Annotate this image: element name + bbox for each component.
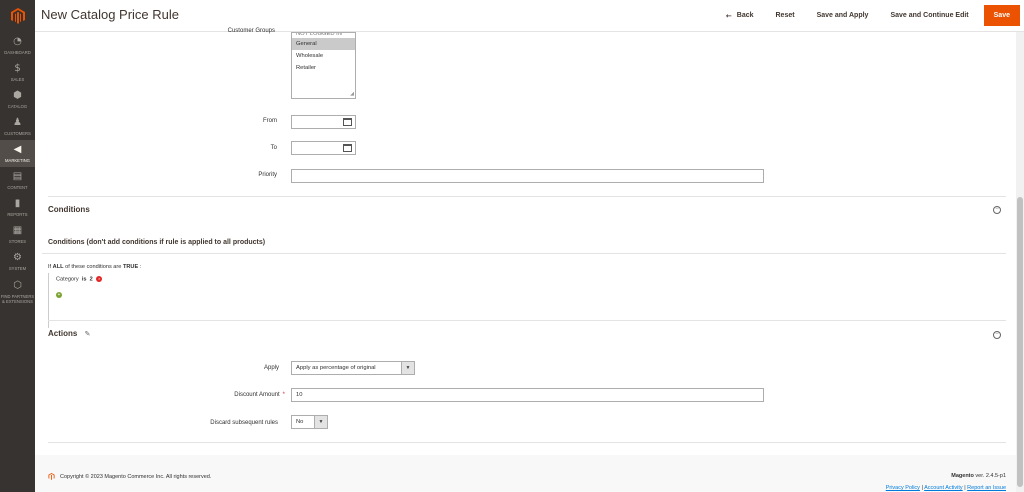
page-actions: ← Back Reset Save and Apply Save and Con… bbox=[715, 5, 1020, 26]
calendar-icon[interactable] bbox=[343, 118, 352, 126]
remove-icon[interactable]: × bbox=[96, 276, 103, 282]
dashboard-icon: ◔ bbox=[13, 35, 22, 47]
gear-icon: ⚙ bbox=[13, 251, 22, 263]
nav-sales[interactable]: $ Sales bbox=[0, 59, 35, 86]
required-asterisk: * bbox=[282, 392, 285, 398]
discount-amount-label: Discount Amount * bbox=[234, 392, 285, 398]
discard-rules-select[interactable]: No ▼ bbox=[291, 415, 328, 429]
nav-stores[interactable]: ▦ Stores bbox=[0, 221, 35, 248]
priority-input[interactable] bbox=[291, 169, 764, 183]
actions-section-title[interactable]: Actions ✎ bbox=[48, 329, 90, 338]
calendar-icon[interactable] bbox=[343, 144, 352, 152]
pencil-icon: ✎ bbox=[84, 330, 91, 338]
divider bbox=[48, 196, 1006, 197]
nav-marketing[interactable]: ◀ Marketing bbox=[0, 140, 35, 167]
nav-system[interactable]: ⚙ System bbox=[0, 248, 35, 275]
version-info: Magento ver. 2.4.5-p1 bbox=[951, 473, 1006, 479]
divider bbox=[42, 253, 1006, 254]
store-icon: ▦ bbox=[12, 224, 23, 236]
back-button[interactable]: ← Back bbox=[715, 5, 765, 26]
option-retailer[interactable]: Retailer bbox=[292, 62, 355, 74]
condition-rule: Category is 2 × bbox=[56, 276, 103, 283]
scrollbar[interactable] bbox=[1016, 32, 1024, 492]
magento-logo[interactable] bbox=[0, 0, 35, 32]
report-issue-link[interactable]: Report an Issue bbox=[967, 485, 1006, 491]
priority-label: Priority bbox=[258, 172, 277, 178]
main-content: Customer Groups NOT LOGGED IN General Wh… bbox=[35, 28, 1016, 492]
privacy-policy-link[interactable]: Privacy Policy bbox=[886, 485, 920, 491]
conditions-section-title[interactable]: Conditions bbox=[48, 205, 90, 214]
collapse-icon[interactable]: − bbox=[993, 206, 1001, 214]
nav-dashboard[interactable]: ◔ Dashboard bbox=[0, 32, 35, 59]
resize-handle-icon[interactable]: ◢ bbox=[350, 91, 354, 97]
layout-icon: ▤ bbox=[12, 170, 23, 182]
apply-select[interactable]: Apply as percentage of original ▼ bbox=[291, 361, 415, 375]
admin-sidebar: ◔ Dashboard $ Sales ⬢ Catalog ♟ Customer… bbox=[0, 0, 35, 492]
operator-select[interactable]: is bbox=[82, 276, 87, 282]
puzzle-icon: ⬡ bbox=[13, 279, 22, 291]
rule-value[interactable]: 2 bbox=[90, 276, 93, 282]
bar-chart-icon: ▮ bbox=[14, 197, 21, 209]
conditions-fieldset-title: Conditions (don't add conditions if rule… bbox=[48, 239, 266, 246]
apply-label: Apply bbox=[263, 365, 279, 371]
nav-content[interactable]: ▤ Content bbox=[0, 167, 35, 194]
megaphone-icon: ◀ bbox=[13, 143, 22, 155]
scrollbar-thumb[interactable] bbox=[1017, 197, 1023, 487]
collapse-icon[interactable]: − bbox=[993, 331, 1001, 339]
condition-root: If ALL of these conditions are TRUE : bbox=[48, 264, 142, 270]
chevron-down-icon: ▼ bbox=[401, 362, 414, 374]
chevron-down-icon: ▼ bbox=[314, 416, 327, 428]
save-button[interactable]: Save bbox=[983, 5, 1020, 26]
magento-logo-icon bbox=[10, 8, 25, 24]
customer-groups-label: Customer Groups bbox=[227, 28, 275, 34]
aggregator-select[interactable]: ALL bbox=[53, 264, 64, 270]
box-icon: ⬢ bbox=[13, 89, 22, 101]
option-wholesale[interactable]: Wholesale bbox=[292, 50, 355, 62]
to-date-input[interactable] bbox=[291, 141, 356, 155]
divider bbox=[48, 442, 1006, 443]
arrow-left-icon: ← bbox=[725, 11, 732, 20]
page-title: New Catalog Price Rule bbox=[41, 7, 180, 22]
nav-partners[interactable]: ⬡ Find Partners & Extensions bbox=[0, 275, 35, 309]
page-footer: Copyright © 2023 Magento Commerce Inc. A… bbox=[35, 455, 1016, 492]
person-icon: ♟ bbox=[13, 116, 22, 128]
footer-links: Privacy Policy | Account Activity | Repo… bbox=[885, 485, 1006, 491]
value-select[interactable]: TRUE bbox=[123, 264, 138, 270]
nav-reports[interactable]: ▮ Reports bbox=[0, 194, 35, 221]
option-general[interactable]: General bbox=[292, 38, 355, 50]
account-activity-link[interactable]: Account Activity bbox=[924, 485, 963, 491]
save-and-apply-button[interactable]: Save and Apply bbox=[806, 5, 880, 26]
add-condition-icon[interactable]: + bbox=[56, 292, 62, 298]
from-label: From bbox=[263, 118, 277, 124]
dollar-icon: $ bbox=[14, 62, 21, 74]
divider bbox=[48, 320, 1006, 321]
to-label: To bbox=[270, 145, 277, 151]
copyright: Copyright © 2023 Magento Commerce Inc. A… bbox=[48, 473, 211, 480]
discount-amount-input[interactable]: 10 bbox=[291, 388, 764, 402]
save-and-continue-button[interactable]: Save and Continue Edit bbox=[879, 5, 979, 26]
customer-groups-select[interactable]: NOT LOGGED IN General Wholesale Retailer… bbox=[291, 32, 356, 99]
magento-logo-icon bbox=[48, 473, 55, 480]
from-date-input[interactable] bbox=[291, 115, 356, 129]
reset-button[interactable]: Reset bbox=[765, 5, 806, 26]
nav-customers[interactable]: ♟ Customers bbox=[0, 113, 35, 140]
nav-catalog[interactable]: ⬢ Catalog bbox=[0, 86, 35, 113]
discard-rules-label: Discard subsequent rules bbox=[210, 420, 278, 426]
